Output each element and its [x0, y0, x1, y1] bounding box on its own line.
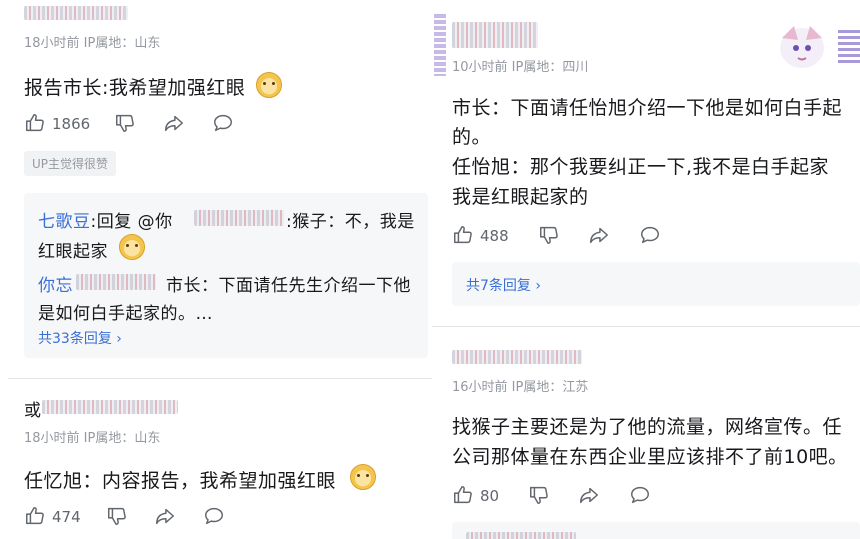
divider: [8, 378, 432, 379]
comment-meta: 16小时前 IP属地：江苏: [452, 380, 589, 395]
like-count: 1866: [52, 115, 91, 133]
comment-icon[interactable]: [638, 224, 662, 246]
share-icon[interactable]: [153, 505, 177, 527]
comment-meta: 18小时前 IP属地：山东: [24, 36, 161, 51]
like-count: 80: [480, 487, 500, 505]
dog-emoji-icon: [119, 234, 145, 260]
reply-preview-box[interactable]: 共7条回复 ›: [452, 262, 860, 306]
left-comment-panel: 18小时前 IP属地：山东 报告市长:我希望加强红眼 1866 UP主觉得很赞 …: [0, 0, 432, 539]
reply-mention-prefix: :回复 @你: [90, 212, 173, 232]
comment-text: 找猴子主要还是为了他的流量，网络宣传。任: [452, 416, 843, 438]
avatar[interactable]: [434, 14, 446, 76]
like-count: 488: [480, 227, 509, 245]
dog-emoji-icon: [256, 72, 282, 98]
reply-username[interactable]: 你忘: [38, 271, 73, 296]
reply-username[interactable]: 七歌豆: [38, 212, 91, 232]
comment-text: 我是红眼起家的: [452, 186, 589, 208]
dog-emoji-icon: [350, 464, 376, 490]
share-icon[interactable]: [587, 224, 611, 246]
reply-text: 市长：下面请任先生介绍一下他: [166, 276, 411, 296]
sticker-watermark: [838, 30, 860, 66]
view-replies-link[interactable]: 共33条回复 ›: [38, 328, 122, 348]
share-icon[interactable]: [162, 112, 186, 134]
comment-meta: 10小时前 IP属地：四川: [452, 60, 589, 75]
thumbs-down-icon[interactable]: [528, 484, 550, 506]
comment-meta: 18小时前 IP属地：山东: [24, 431, 161, 446]
username-blurred[interactable]: [76, 274, 156, 290]
thumbs-up-icon[interactable]: [452, 484, 474, 506]
comment-text: 的。: [452, 126, 492, 148]
divider: [432, 326, 860, 327]
reply-text: 红眼起家: [38, 242, 108, 262]
reply-preview-box[interactable]: [452, 522, 860, 539]
view-replies-link[interactable]: 共7条回复 ›: [466, 275, 541, 295]
share-icon[interactable]: [577, 484, 601, 506]
comment-text: 报告市长:我希望加强红眼: [24, 77, 246, 99]
up-liked-badge: UP主觉得很赞: [24, 151, 117, 176]
username-blurred[interactable]: [452, 22, 538, 48]
comment-icon[interactable]: [628, 484, 652, 506]
username-blurred[interactable]: [452, 350, 582, 364]
thumbs-down-icon[interactable]: [538, 224, 560, 246]
right-comment-panel: 10小时前 IP属地：四川 市长：下面请任怡旭介绍一下他是如何白手起 的。 任怡…: [432, 0, 860, 539]
thumbs-up-icon[interactable]: [452, 224, 474, 246]
reply-text: :猴子：不，我是: [286, 212, 415, 232]
comment-text: 市长：下面请任怡旭介绍一下他是如何白手起: [452, 97, 843, 119]
reply-text: 是如何白手起家的。…: [38, 304, 213, 324]
anime-sticker-icon: [772, 18, 832, 74]
like-count: 474: [52, 508, 81, 526]
mention-blurred[interactable]: [194, 210, 284, 226]
replies-link-blurred[interactable]: [466, 532, 576, 539]
comment-text: 公司那体量在东西企业里应该排不了前10吧。: [452, 446, 848, 468]
thumbs-up-icon[interactable]: [24, 505, 46, 527]
thumbs-up-icon[interactable]: [24, 112, 46, 134]
reply-preview-box[interactable]: 七歌豆:回复 @你 :猴子：不，我是 红眼起家 你忘 市长：下面请任先生介绍一下…: [24, 193, 428, 358]
comment-text: 任怡旭：那个我要纠正一下,我不是白手起家: [452, 156, 830, 178]
comment-icon[interactable]: [211, 112, 235, 134]
username-blurred[interactable]: [24, 6, 128, 20]
username-blurred[interactable]: [42, 400, 178, 414]
comment-icon[interactable]: [202, 505, 226, 527]
thumbs-down-icon[interactable]: [114, 112, 136, 134]
thumbs-down-icon[interactable]: [106, 505, 128, 527]
comment-text: 任忆旭：内容报告，我希望加强红眼: [24, 470, 337, 492]
comment-username[interactable]: 或: [24, 396, 42, 421]
